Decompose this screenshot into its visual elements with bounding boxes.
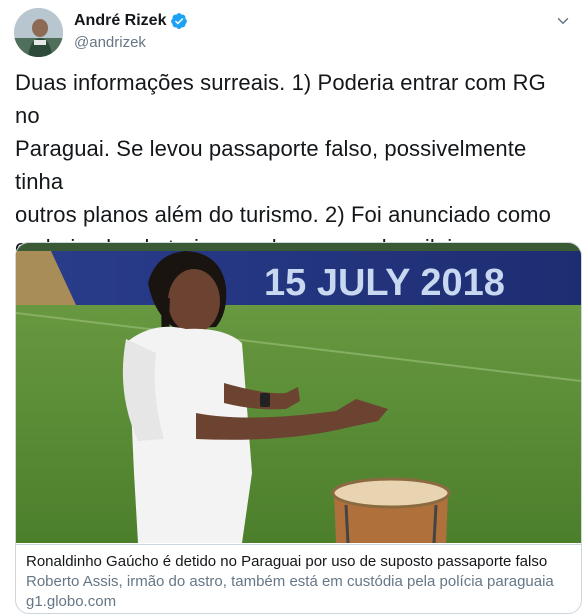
drum-illustration — [331, 477, 451, 543]
chevron-down-icon[interactable] — [554, 12, 572, 30]
link-preview-card[interactable]: 15 JULY 2018 Ronaldinho Gaúcho é detido … — [15, 242, 582, 614]
card-title[interactable]: Ronaldinho Gaúcho é detido no Paraguai p… — [26, 552, 571, 572]
verified-badge-icon — [170, 12, 188, 30]
author-name-row: André Rizek — [74, 12, 188, 30]
banner-text: 15 JULY 2018 — [264, 262, 505, 304]
avatar[interactable] — [14, 8, 63, 57]
card-image[interactable]: 15 JULY 2018 — [16, 243, 581, 543]
author-handle[interactable]: @andrizek — [74, 34, 146, 51]
card-domain: g1.globo.com — [26, 593, 117, 610]
card-description: Roberto Assis, irmão do astro, também es… — [26, 573, 554, 590]
card-text-area[interactable]: Ronaldinho Gaúcho é detido no Paraguai p… — [16, 544, 581, 612]
user-avatar — [14, 8, 63, 57]
author-display-name[interactable]: André Rizek — [74, 12, 166, 30]
